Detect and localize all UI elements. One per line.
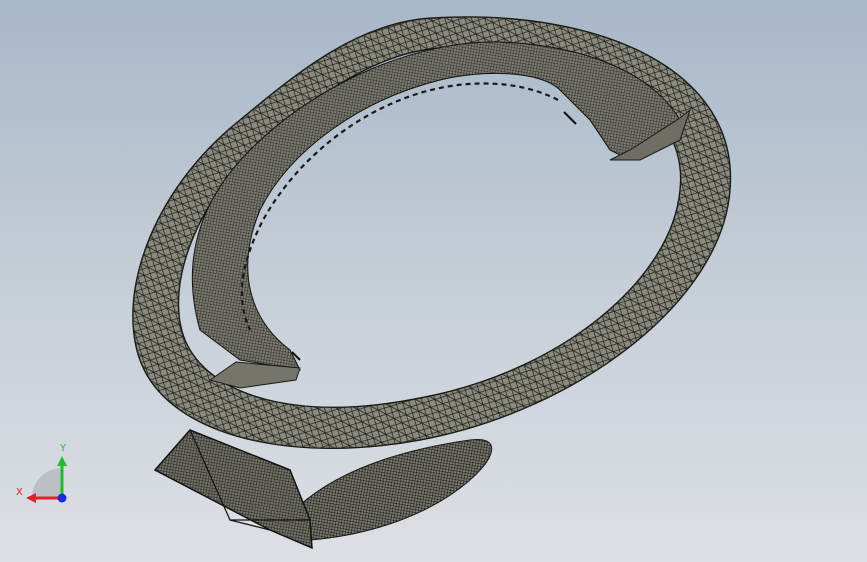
graphics-viewport[interactable]: X Y bbox=[0, 0, 867, 562]
triad-x-label: X bbox=[16, 487, 23, 498]
reference-triad: X Y bbox=[10, 440, 80, 510]
ring-model[interactable] bbox=[0, 0, 867, 562]
triad-y-label: Y bbox=[60, 443, 67, 454]
triad-axes-icon bbox=[26, 456, 67, 503]
gem-setting-wire bbox=[155, 430, 312, 548]
ring-edge-tick bbox=[563, 111, 577, 125]
ring-shank-wire bbox=[300, 439, 492, 540]
